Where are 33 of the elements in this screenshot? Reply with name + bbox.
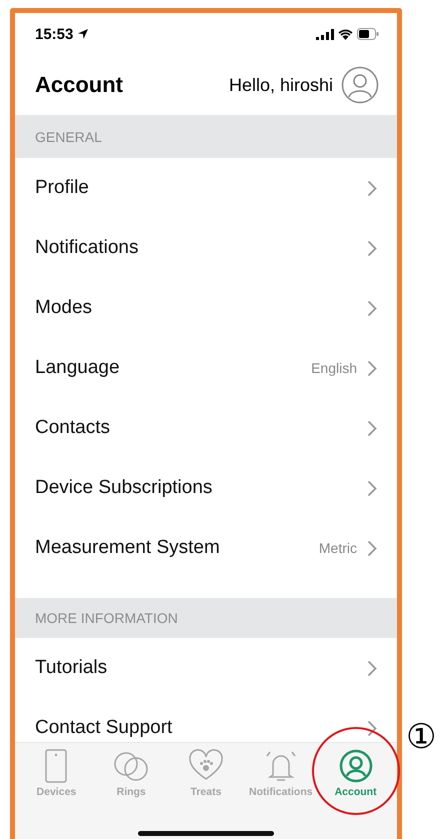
chevron-right-icon[interactable] [367,300,377,316]
chevron-right-icon[interactable] [367,540,377,556]
status-time: 15:53 [35,26,74,42]
chevron-right-icon[interactable] [367,480,377,496]
menu-item-label[interactable]: Contacts [35,417,110,439]
bell-icon [264,749,298,783]
menu-item-label[interactable]: Language [35,357,120,379]
greeting-text: Hello, hiroshi [228,74,333,96]
menu-item-value: Metric [318,540,357,556]
menu-item-label[interactable]: Modes [35,297,92,319]
menu-item-value: English [311,360,357,376]
section-title: GENERAL [35,128,102,144]
signal-icon [316,28,334,40]
battery-icon [357,28,379,40]
menu-item-label[interactable]: Profile [35,177,89,199]
location-arrow-icon [77,28,90,40]
wifi-icon [338,28,353,40]
avatar-icon[interactable] [341,66,379,104]
chevron-right-icon[interactable] [367,360,377,376]
chevron-right-icon[interactable] [367,420,377,436]
annotation-marker: ① [406,717,436,757]
menu-item-label[interactable]: Notifications [35,237,138,259]
chevron-right-icon[interactable] [367,660,377,676]
phone-icon [45,749,68,783]
menu-item-label[interactable]: Measurement System [35,537,220,559]
menu-item-label[interactable]: Contact Support [35,717,172,739]
section-title: MORE INFORMATION [35,610,178,626]
user-circle-icon [338,749,373,783]
chevron-right-icon[interactable] [367,240,377,256]
menu-item-label[interactable]: Tutorials [35,657,108,679]
page-title: Account [35,72,123,98]
chevron-right-icon[interactable] [367,180,377,196]
menu-item-label[interactable]: Device Subscriptions [35,477,212,499]
